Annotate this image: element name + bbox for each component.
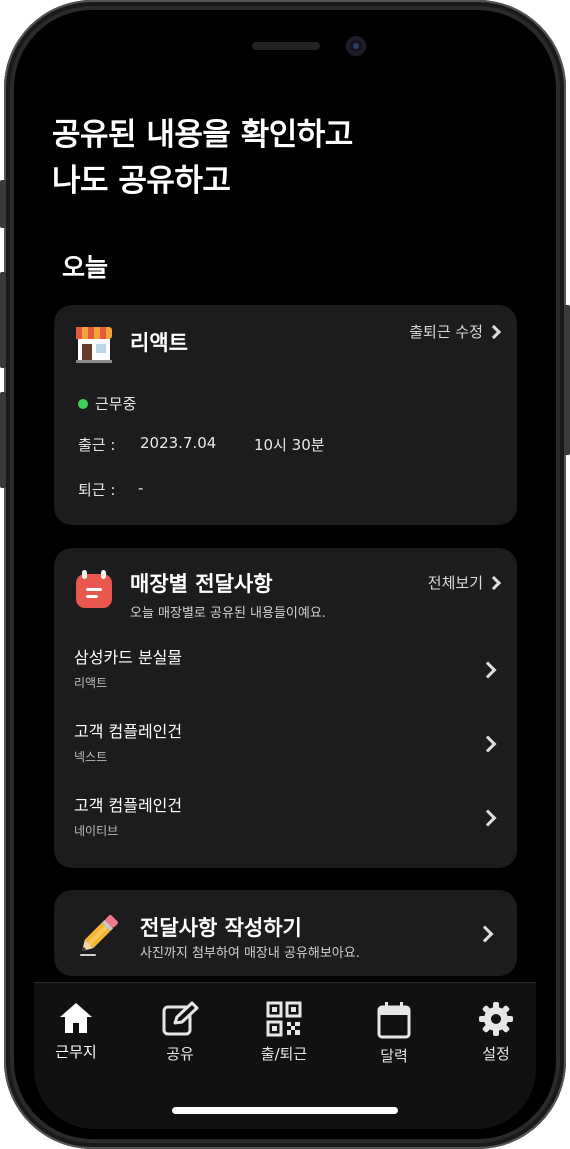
tab-share[interactable]: 공유 bbox=[140, 1001, 220, 1064]
clock-in-time: 10시 30분 bbox=[254, 436, 325, 454]
clock-out-value: - bbox=[138, 479, 144, 497]
write-title: 전달사항 작성하기 bbox=[140, 916, 302, 940]
chevron-right-icon bbox=[476, 925, 494, 943]
store-name: 리액트 bbox=[130, 331, 188, 355]
qr-icon bbox=[266, 1001, 302, 1037]
store-notices-card: 매장별 전달사항 오늘 매장별로 공유된 내용들이예요. 전체보기 삼성카드 분… bbox=[54, 548, 517, 868]
headline-line-2: 나도 공유하고 bbox=[52, 163, 231, 199]
view-all-link[interactable]: 전체보기 bbox=[427, 572, 502, 593]
edit-attendance-label: 출퇴근 수정 bbox=[409, 323, 483, 341]
notice-item[interactable]: 고객 컴플레인건 네이티브 bbox=[74, 792, 504, 852]
speaker-grille bbox=[252, 42, 320, 50]
tab-label: 설정 bbox=[482, 1045, 510, 1063]
clock-in-date: 2023.7.04 bbox=[140, 434, 217, 452]
tab-calendar[interactable]: 달력 bbox=[354, 1001, 434, 1066]
store-icon bbox=[76, 327, 112, 363]
tab-label: 출/퇴근 bbox=[260, 1045, 308, 1063]
volume-down-button bbox=[0, 392, 6, 488]
work-status-label: 근무중 bbox=[95, 395, 137, 413]
tab-label: 공유 bbox=[166, 1045, 194, 1063]
chevron-right-icon bbox=[479, 735, 497, 753]
write-subtitle: 사진까지 첨부하여 매장내 공유해보아요. bbox=[140, 946, 360, 961]
chevron-right-icon bbox=[479, 661, 497, 679]
write-notice-card[interactable]: 전달사항 작성하기 사진까지 첨부하여 매장내 공유해보아요. bbox=[54, 890, 517, 976]
memo-icon bbox=[76, 570, 112, 608]
clock-out-label: 퇴근 : bbox=[78, 481, 116, 499]
calendar-icon bbox=[377, 1002, 411, 1039]
tab-settings[interactable]: 설정 bbox=[456, 1001, 536, 1064]
notice-title: 삼성카드 분실물 bbox=[74, 648, 183, 667]
clock-in-label: 출근 : bbox=[78, 436, 116, 454]
volume-up-button bbox=[0, 272, 6, 368]
chevron-right-icon bbox=[486, 575, 502, 590]
tab-label: 달력 bbox=[380, 1047, 408, 1065]
notice-store: 넥스트 bbox=[74, 750, 108, 764]
tab-label: 근무지 bbox=[55, 1043, 97, 1061]
work-status: 근무중 bbox=[78, 393, 136, 414]
notice-item[interactable]: 고객 컴플레인건 넥스트 bbox=[74, 718, 504, 778]
notices-subtitle: 오늘 매장별로 공유된 내용들이예요. bbox=[130, 606, 326, 621]
edit-icon bbox=[162, 1001, 199, 1036]
notice-item[interactable]: 삼성카드 분실물 리액트 bbox=[74, 644, 504, 704]
silent-switch bbox=[0, 180, 6, 228]
today-section-title: 오늘 bbox=[62, 253, 109, 282]
home-icon bbox=[60, 1003, 92, 1033]
main-content: 공유된 내용을 확인하고 나도 공유하고 오늘 리액트 출퇴근 수정 근무중 출… bbox=[34, 20, 536, 1129]
power-button bbox=[564, 305, 570, 455]
chevron-right-icon bbox=[479, 809, 497, 827]
tab-attendance[interactable]: 출/퇴근 bbox=[244, 1001, 324, 1064]
notices-title: 매장별 전달사항 bbox=[130, 572, 273, 596]
view-all-label: 전체보기 bbox=[427, 574, 483, 592]
front-camera-icon bbox=[346, 36, 366, 56]
tab-workplace[interactable]: 근무지 bbox=[36, 1001, 116, 1062]
gear-icon bbox=[479, 1002, 513, 1036]
notch bbox=[180, 20, 390, 74]
home-indicator[interactable] bbox=[172, 1107, 398, 1114]
pencil-icon bbox=[80, 915, 118, 956]
screen: 공유된 내용을 확인하고 나도 공유하고 오늘 리액트 출퇴근 수정 근무중 출… bbox=[34, 20, 536, 1129]
notice-title: 고객 컴플레인건 bbox=[74, 722, 183, 741]
status-dot-icon bbox=[78, 398, 88, 409]
headline-line-1: 공유된 내용을 확인하고 bbox=[52, 117, 353, 153]
notice-store: 네이티브 bbox=[74, 824, 119, 838]
store-status-card: 리액트 출퇴근 수정 근무중 출근 : 2023.7.04 10시 30분 퇴근… bbox=[54, 305, 517, 525]
notice-title: 고객 컴플레인건 bbox=[74, 796, 183, 815]
page-headline: 공유된 내용을 확인하고 나도 공유하고 bbox=[52, 112, 353, 204]
notice-store: 리액트 bbox=[74, 676, 108, 690]
edit-attendance-link[interactable]: 출퇴근 수정 bbox=[409, 321, 502, 342]
chevron-right-icon bbox=[486, 324, 502, 339]
